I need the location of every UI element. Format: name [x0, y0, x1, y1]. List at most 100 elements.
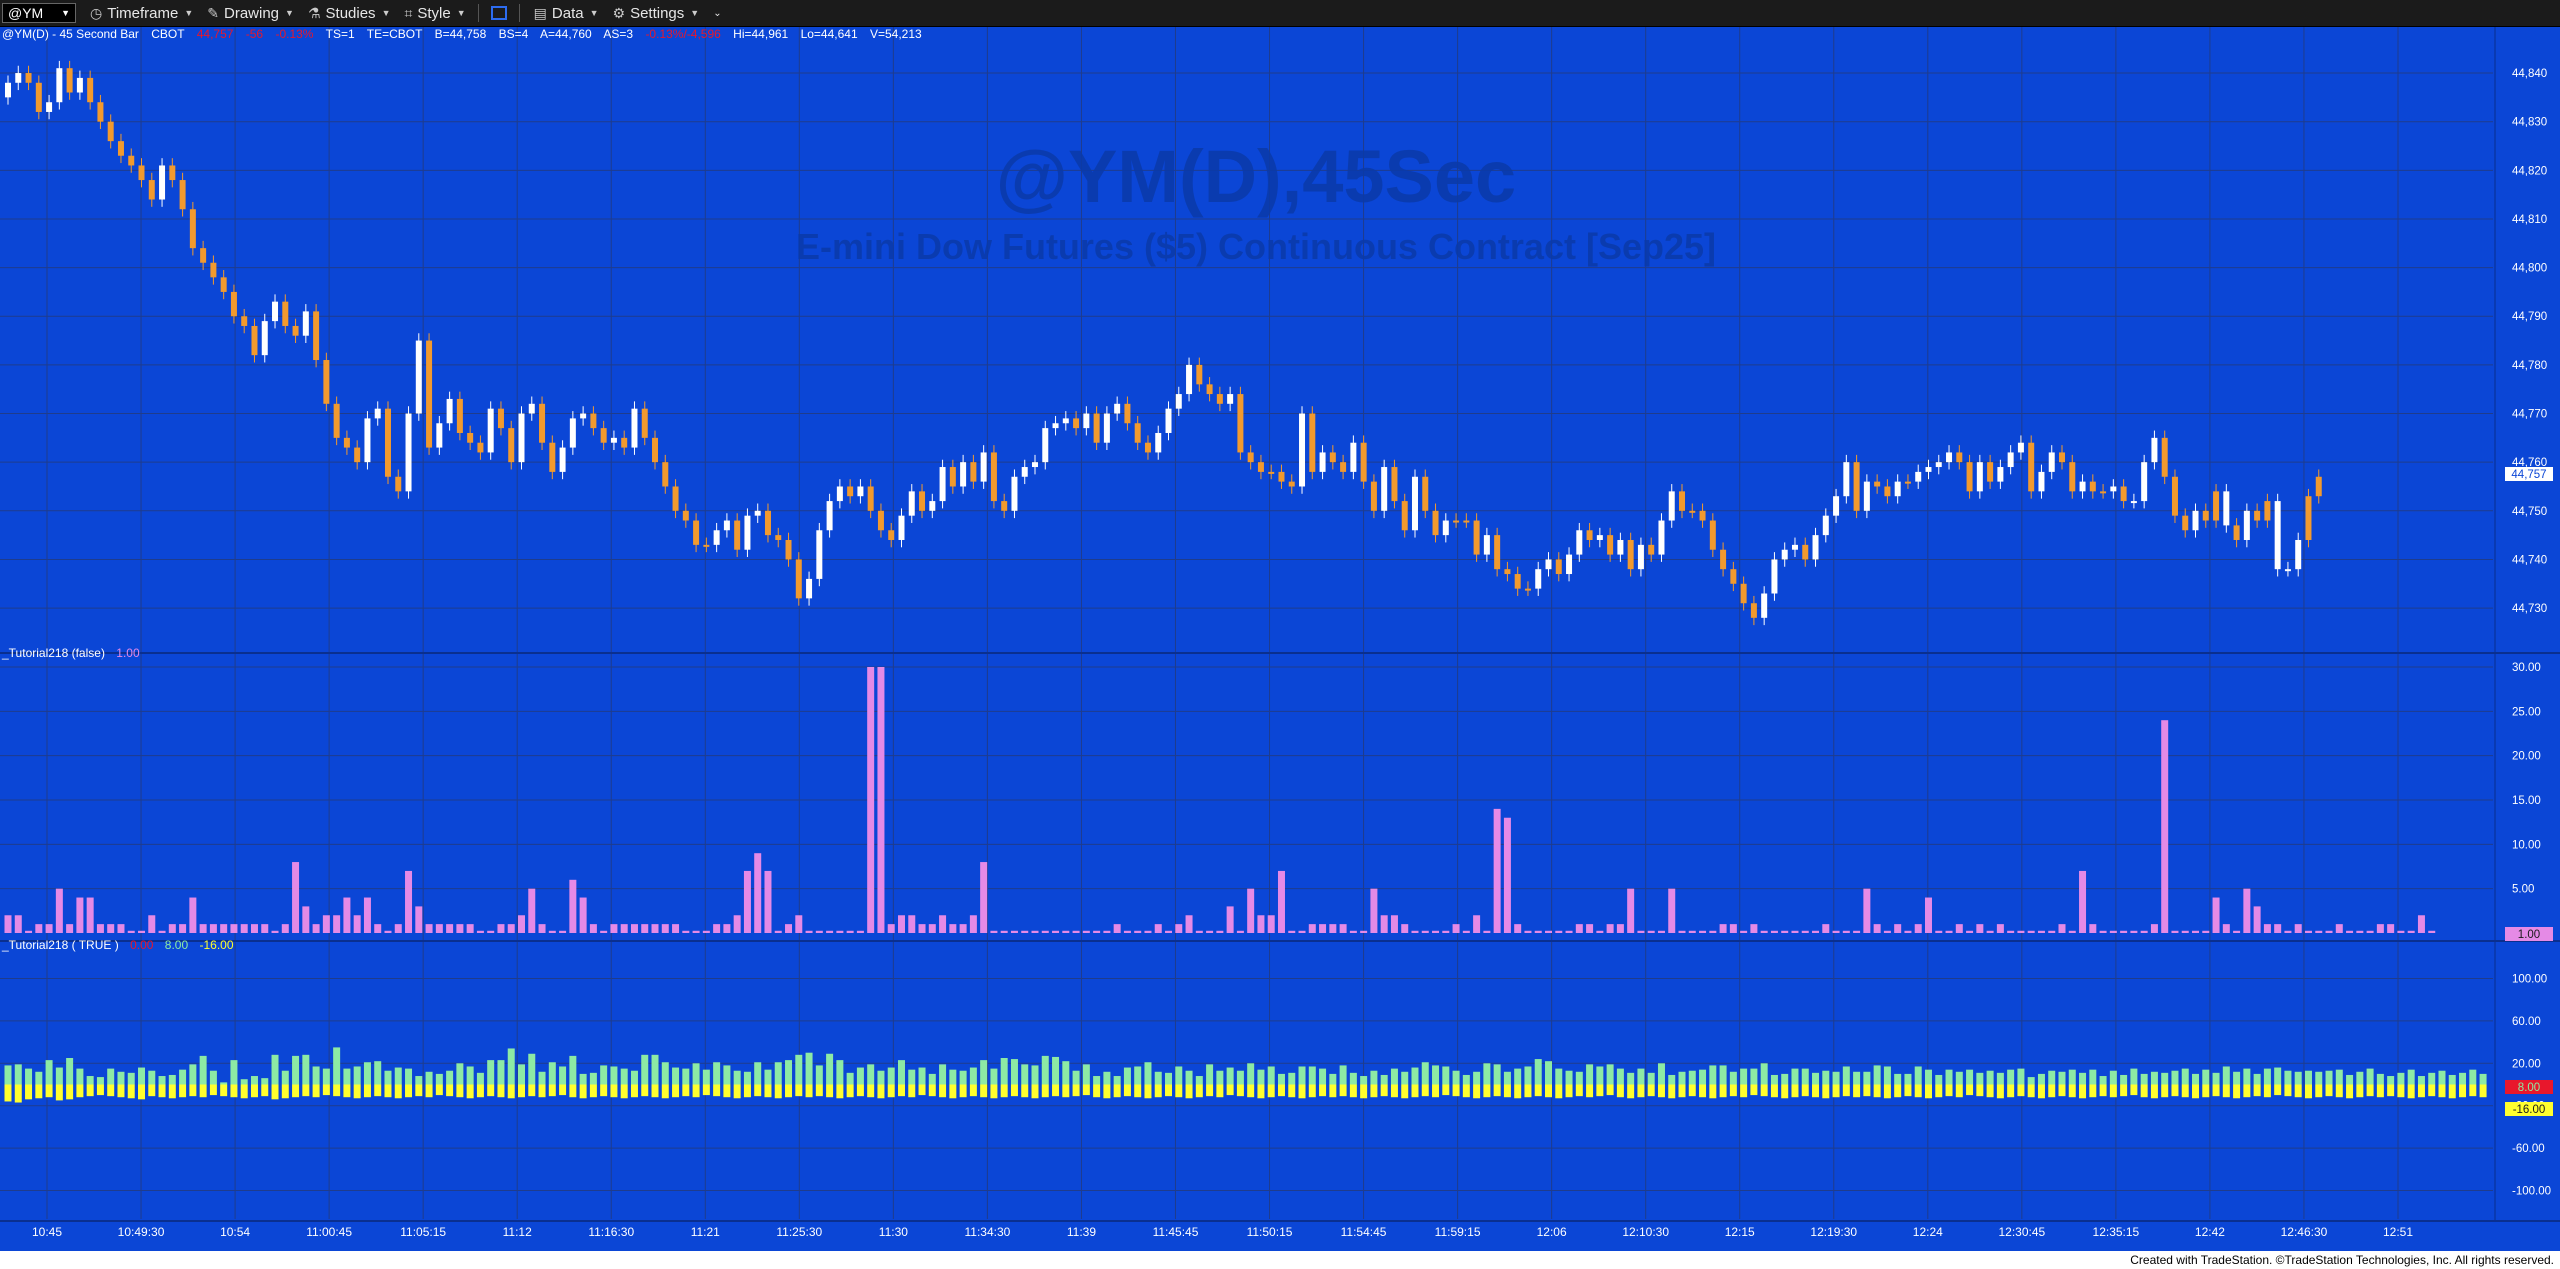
indicator2-positive-bar: [363, 1062, 371, 1085]
indicator2-positive-bar: [1195, 1076, 1203, 1085]
indicator1-bar: [887, 924, 895, 933]
indicator1-bar: [1195, 930, 1203, 933]
data-menu[interactable]: ▤ Data ▼: [534, 5, 599, 22]
price-tick-label[interactable]: 44,770: [2512, 409, 2547, 421]
time-tick-label[interactable]: 12:35:15: [2093, 1225, 2140, 1239]
indicator2-positive-bar: [795, 1054, 803, 1085]
indicator1-bar: [805, 930, 813, 933]
indicator2-positive-bar: [1288, 1072, 1296, 1085]
indicator2-positive-bar: [446, 1070, 454, 1085]
settings-menu[interactable]: ⚙ Settings ▼: [613, 5, 700, 22]
price-tick-label[interactable]: 44,800: [2512, 263, 2547, 275]
indicator1-bar: [1052, 930, 1060, 933]
price-tick-label[interactable]: 44,810: [2512, 214, 2547, 226]
time-tick-label[interactable]: 10:54: [220, 1225, 250, 1239]
indicator2-positive-bar: [374, 1061, 382, 1085]
price-tick-label[interactable]: 44,820: [2512, 165, 2547, 177]
timeframe-menu[interactable]: ◷ Timeframe ▼: [90, 5, 193, 22]
indicator2-positive-bar: [333, 1047, 341, 1085]
candle-body: [241, 316, 248, 326]
time-tick-label[interactable]: 12:51: [2383, 1225, 2413, 1239]
indicator1-tick-label[interactable]: 20.00: [2512, 751, 2541, 763]
candle-body: [333, 403, 340, 438]
time-tick-label[interactable]: 11:16:30: [588, 1225, 634, 1239]
candle-body: [1874, 481, 1881, 487]
indicator2-positive-bar: [918, 1067, 926, 1085]
indicator1-tick-label[interactable]: 10.00: [2512, 839, 2541, 851]
toolbar-overflow[interactable]: ⌄: [713, 8, 721, 19]
price-tick-label[interactable]: 44,830: [2512, 117, 2547, 129]
indicator2-tick-label[interactable]: 60.00: [2512, 1016, 2541, 1028]
indicator2-legend-value-1: 0.00: [130, 938, 154, 952]
time-tick-label[interactable]: 11:45:45: [1153, 1225, 1199, 1239]
time-tick-label[interactable]: 12:15: [1725, 1225, 1755, 1239]
price-tick-label[interactable]: 44,790: [2512, 311, 2547, 323]
time-tick-label[interactable]: 11:00:45: [306, 1225, 352, 1239]
time-tick-label[interactable]: 11:30: [879, 1225, 908, 1239]
indicator2-positive-bar: [2017, 1068, 2025, 1085]
indicator1-bar: [2233, 930, 2241, 933]
time-tick-label[interactable]: 11:12: [503, 1225, 532, 1239]
price-tick-label[interactable]: 44,750: [2512, 506, 2547, 518]
time-tick-label[interactable]: 12:30:45: [1998, 1225, 2045, 1239]
indicator2-positive-bar: [2376, 1073, 2384, 1085]
price-tick-label[interactable]: 44,780: [2512, 360, 2547, 372]
indicator1-bar: [2017, 930, 2025, 933]
indicator2-negative-bar: [2346, 1084, 2354, 1099]
style-menu[interactable]: ⌗ Style ▼: [404, 5, 465, 22]
indicator2-negative-bar: [2366, 1084, 2374, 1097]
time-tick-label[interactable]: 10:49:30: [118, 1225, 165, 1239]
indicator1-bar: [1565, 930, 1573, 933]
price-tick-label[interactable]: 44,840: [2512, 68, 2547, 80]
indicator1-tick-label[interactable]: 15.00: [2512, 795, 2541, 807]
indicator2-negative-bar: [1052, 1084, 1060, 1097]
drawing-menu[interactable]: ✎ Drawing ▼: [207, 5, 294, 22]
time-tick-label[interactable]: 11:54:45: [1341, 1225, 1387, 1239]
time-tick-label[interactable]: 11:25:30: [776, 1225, 822, 1239]
indicator2-tick-label[interactable]: 20.00: [2512, 1058, 2541, 1070]
time-tick-label[interactable]: 10:45: [32, 1225, 62, 1239]
time-tick-label[interactable]: 12:06: [1537, 1225, 1567, 1239]
indicator1-tick-label[interactable]: 5.00: [2512, 884, 2534, 896]
indicator1-tick-label[interactable]: 25.00: [2512, 706, 2541, 718]
layout-icon[interactable]: [490, 6, 507, 20]
indicator2-tick-label[interactable]: -60.00: [2512, 1143, 2545, 1155]
indicator2-negative-bar: [2048, 1084, 2056, 1098]
indicator2-positive-bar: [1688, 1070, 1696, 1085]
indicator2-negative-bar: [1955, 1084, 1963, 1098]
candle-body: [1781, 549, 1788, 560]
time-tick-label[interactable]: 11:59:15: [1435, 1225, 1481, 1239]
indicator1-bar: [2007, 930, 2015, 933]
indicator1-bar: [2417, 915, 2425, 933]
indicator2-negative-bar: [1699, 1084, 1707, 1098]
time-tick-label[interactable]: 12:10:30: [1622, 1225, 1669, 1239]
indicator1-tick-label[interactable]: 30.00: [2512, 662, 2541, 674]
chart-area[interactable]: @YM(D),45Sec E-mini Dow Futures ($5) Con…: [0, 27, 2560, 1251]
indicator1-bar: [1093, 930, 1101, 933]
candle-body: [867, 486, 874, 511]
time-tick-label[interactable]: 11:05:15: [400, 1225, 446, 1239]
indicator2-tick-label[interactable]: 100.00: [2512, 974, 2547, 986]
studies-menu[interactable]: ⚗ Studies ▼: [308, 5, 391, 22]
indicator2-positive-bar: [240, 1079, 248, 1085]
indicator2-positive-bar: [1165, 1072, 1173, 1085]
indicator1-bar: [1236, 930, 1244, 933]
time-tick-label[interactable]: 11:50:15: [1247, 1225, 1293, 1239]
time-tick-label[interactable]: 12:42: [2195, 1225, 2225, 1239]
time-tick-label[interactable]: 11:21: [691, 1225, 720, 1239]
time-tick-label[interactable]: 12:19:30: [1810, 1225, 1857, 1239]
time-tick-label[interactable]: 11:39: [1067, 1225, 1096, 1239]
indicator2-negative-bar: [877, 1084, 885, 1099]
price-tick-label[interactable]: 44,740: [2512, 554, 2547, 566]
symbol-selector[interactable]: @YM ▼: [2, 3, 76, 23]
ask-field: A=44,760: [540, 27, 592, 41]
price-tick-label[interactable]: 44,730: [2512, 603, 2547, 615]
indicator2-tick-label[interactable]: -100.00: [2512, 1186, 2551, 1198]
time-tick-label[interactable]: 12:24: [1913, 1225, 1943, 1239]
time-tick-label[interactable]: 12:46:30: [2281, 1225, 2328, 1239]
time-axis[interactable]: 10:45 10:49:30 10:54 11:00:45 11:05:15 11:12 1…: [32, 1225, 2413, 1239]
indicator1-bar: [2243, 888, 2251, 933]
time-tick-label[interactable]: 11:34:30: [964, 1225, 1010, 1239]
indicator2-positive-bar: [476, 1072, 484, 1085]
price-axis[interactable]: 44,840 44,830 44,820 44,810 44,800 44,790 44,7…: [2512, 68, 2551, 1197]
